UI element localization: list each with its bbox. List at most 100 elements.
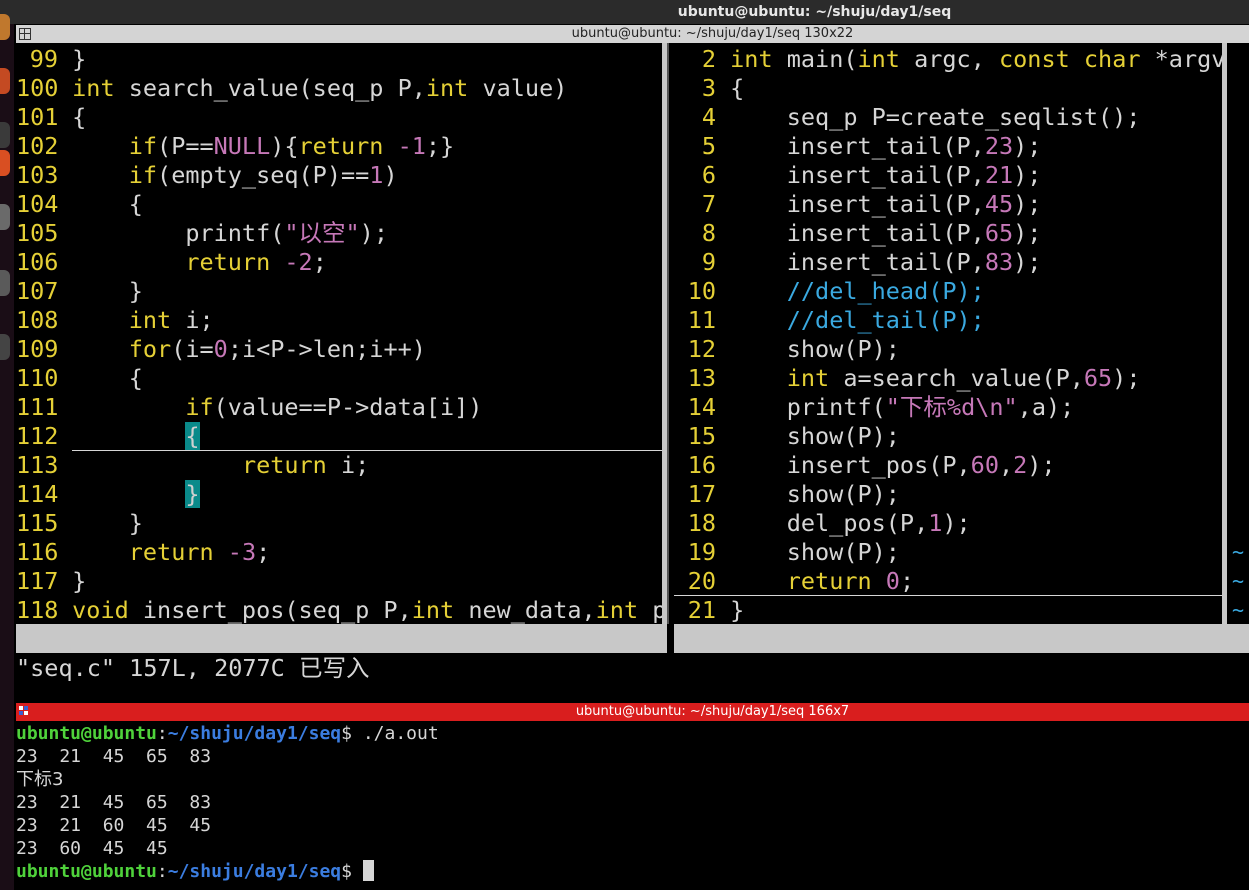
pane-divider <box>667 43 669 624</box>
line-code: //del_head(P); <box>786 277 985 305</box>
line-number: 101 <box>16 103 59 131</box>
code-line[interactable]: 15 show(P); <box>674 422 900 451</box>
line-number: 12 <box>687 335 716 363</box>
code-line[interactable]: 104 { <box>16 190 143 219</box>
line-code: { <box>185 422 200 450</box>
code-line[interactable]: 6 insert_tail(P,21); <box>674 161 1042 190</box>
scrollbar[interactable] <box>1222 43 1227 624</box>
code-line[interactable]: 111 if(value==P->data[i]) <box>16 393 482 422</box>
code-line[interactable]: 102 if(P==NULL){return -1;} <box>16 132 454 161</box>
line-number: 106 <box>16 248 59 276</box>
code-line[interactable]: 110 { <box>16 364 143 393</box>
vim-pane-main-c[interactable]: 2 int main(int argc, const char *argv 3 {… <box>674 43 1222 624</box>
line-number: 18 <box>687 509 716 537</box>
line-code: printf("以空"); <box>58 219 388 247</box>
code-line[interactable]: 108 int i; <box>16 306 214 335</box>
line-code: } <box>58 509 143 537</box>
prompt-path: ~/shuju/day1/seq <box>167 861 342 882</box>
dock-app-icon[interactable] <box>0 150 10 176</box>
line-number: 9 <box>701 248 716 276</box>
code-line[interactable]: 7 insert_tail(P,45); <box>674 190 1042 219</box>
line-code: insert_tail(P,23); <box>716 132 1042 160</box>
line-code: insert_pos(P,60,2); <box>716 451 1056 479</box>
code-line[interactable]: 16 insert_pos(P,60,2); <box>674 451 1056 480</box>
command-text: ./a.out <box>362 723 439 744</box>
code-line[interactable]: 10 //del_head(P); <box>674 277 985 306</box>
vim-message-line: "seq.c" 157L, 2077C 已写入 <box>16 654 370 682</box>
line-code: printf("下标%d\n",a); <box>716 393 1075 421</box>
prompt-path: ~/shuju/day1/seq <box>167 723 342 744</box>
dock-app-icon[interactable] <box>0 204 10 230</box>
terminal-output-line: 23 21 60 45 45 <box>16 815 212 836</box>
code-line[interactable]: 109 for(i=0;i<P->len;i++) <box>16 335 426 364</box>
line-number: 14 <box>687 393 716 421</box>
line-code: del_pos(P,1); <box>716 509 971 537</box>
terminal-prompt-line[interactable]: ubuntu@ubuntu:~/shuju/day1/seq$ ./a.out <box>16 722 439 745</box>
code-line[interactable]: 114 } <box>16 480 200 509</box>
code-line[interactable]: 105 printf("以空"); <box>16 219 388 248</box>
code-line[interactable]: 2 int main(int argc, const char *argv <box>674 45 1222 74</box>
line-code: //del_tail(P); <box>786 306 985 334</box>
code-line[interactable]: 106 return -2; <box>16 248 327 277</box>
code-line[interactable]: 20 return 0; <box>674 567 914 596</box>
code-line[interactable]: 11 //del_tail(P); <box>674 306 985 335</box>
line-code: void insert_pos(seq_p P,int new_data,int… <box>72 596 662 624</box>
line-number: 116 <box>16 538 59 566</box>
code-line[interactable]: 3 { <box>674 74 744 103</box>
cursorline-underline <box>674 595 1222 596</box>
code-line[interactable]: 9 insert_tail(P,83); <box>674 248 1042 277</box>
line-code: { <box>58 364 143 392</box>
line-code: return -2; <box>185 248 327 276</box>
code-line[interactable]: 103 if(empty_seq(P)==1) <box>16 161 398 190</box>
code-line[interactable]: 113 return i; <box>16 451 369 480</box>
code-line[interactable]: 117 } <box>16 567 86 596</box>
dock-app-icon[interactable] <box>0 270 10 296</box>
line-number: 17 <box>687 480 716 508</box>
code-line[interactable]: 112 { <box>16 422 200 451</box>
code-line[interactable]: 13 int a=search_value(P,65); <box>674 364 1141 393</box>
code-line[interactable]: 4 seq_p P=create_seqlist(); <box>674 103 1141 132</box>
code-line[interactable]: 107 } <box>16 277 143 306</box>
code-line[interactable]: 116 return -3; <box>16 538 270 567</box>
line-number: 13 <box>687 364 716 392</box>
cursorline-underline <box>72 450 662 451</box>
code-line[interactable]: 5 insert_tail(P,23); <box>674 132 1042 161</box>
line-code: insert_tail(P,21); <box>716 161 1042 189</box>
line-code: } <box>185 480 200 508</box>
line-number: 16 <box>687 451 716 479</box>
line-number: 118 <box>16 596 59 624</box>
code-line[interactable]: 17 show(P); <box>674 480 900 509</box>
window-title-bar: ubuntu@ubuntu: ~/shuju/day1/seq <box>0 0 1249 24</box>
code-line[interactable]: 118 void insert_pos(seq_p P,int new_data… <box>16 596 662 624</box>
line-code: } <box>58 277 143 305</box>
code-line[interactable]: 101 { <box>16 103 86 132</box>
code-line[interactable]: 21 } <box>674 596 745 624</box>
code-line[interactable]: 18 del_pos(P,1); <box>674 509 971 538</box>
code-line[interactable]: 19 show(P); <box>674 538 900 567</box>
dock <box>0 14 14 890</box>
line-number: 117 <box>16 567 59 595</box>
code-line[interactable]: 115 } <box>16 509 143 538</box>
line-number: 99 <box>29 45 58 73</box>
dock-app-icon[interactable] <box>0 14 10 40</box>
dock-app-icon[interactable] <box>0 68 10 94</box>
terminal-titlebar[interactable]: ubuntu@ubuntu: ~/shuju/day1/seq 130x22 <box>16 25 1249 43</box>
line-code: return 0; <box>786 567 915 595</box>
code-line[interactable]: 8 insert_tail(P,65); <box>674 219 1042 248</box>
dock-app-icon[interactable] <box>0 122 10 148</box>
line-number: 115 <box>16 509 59 537</box>
code-line[interactable]: 14 printf("下标%d\n",a); <box>674 393 1075 422</box>
line-code: { <box>716 74 745 102</box>
vim-pane-seq-c[interactable]: 99 } 100 int search_value(seq_p P,int val… <box>16 43 662 624</box>
line-number: 102 <box>16 132 59 160</box>
code-line[interactable]: 100 int search_value(seq_p P,int value) <box>16 74 567 103</box>
terminal-title: ubuntu@ubuntu: ~/shuju/day1/seq 166x7 <box>575 704 850 719</box>
line-code: } <box>58 45 87 73</box>
code-line[interactable]: 12 show(P); <box>674 335 900 364</box>
line-number: 15 <box>687 422 716 450</box>
dock-app-icon[interactable] <box>0 334 10 360</box>
code-line[interactable]: 99 } <box>16 45 87 74</box>
terminal-prompt-line[interactable]: ubuntu@ubuntu:~/shuju/day1/seq$ <box>16 860 374 883</box>
terminal-titlebar-active[interactable]: ubuntu@ubuntu: ~/shuju/day1/seq 166x7 <box>16 703 1249 721</box>
empty-line-marker: ~ <box>1232 598 1245 622</box>
